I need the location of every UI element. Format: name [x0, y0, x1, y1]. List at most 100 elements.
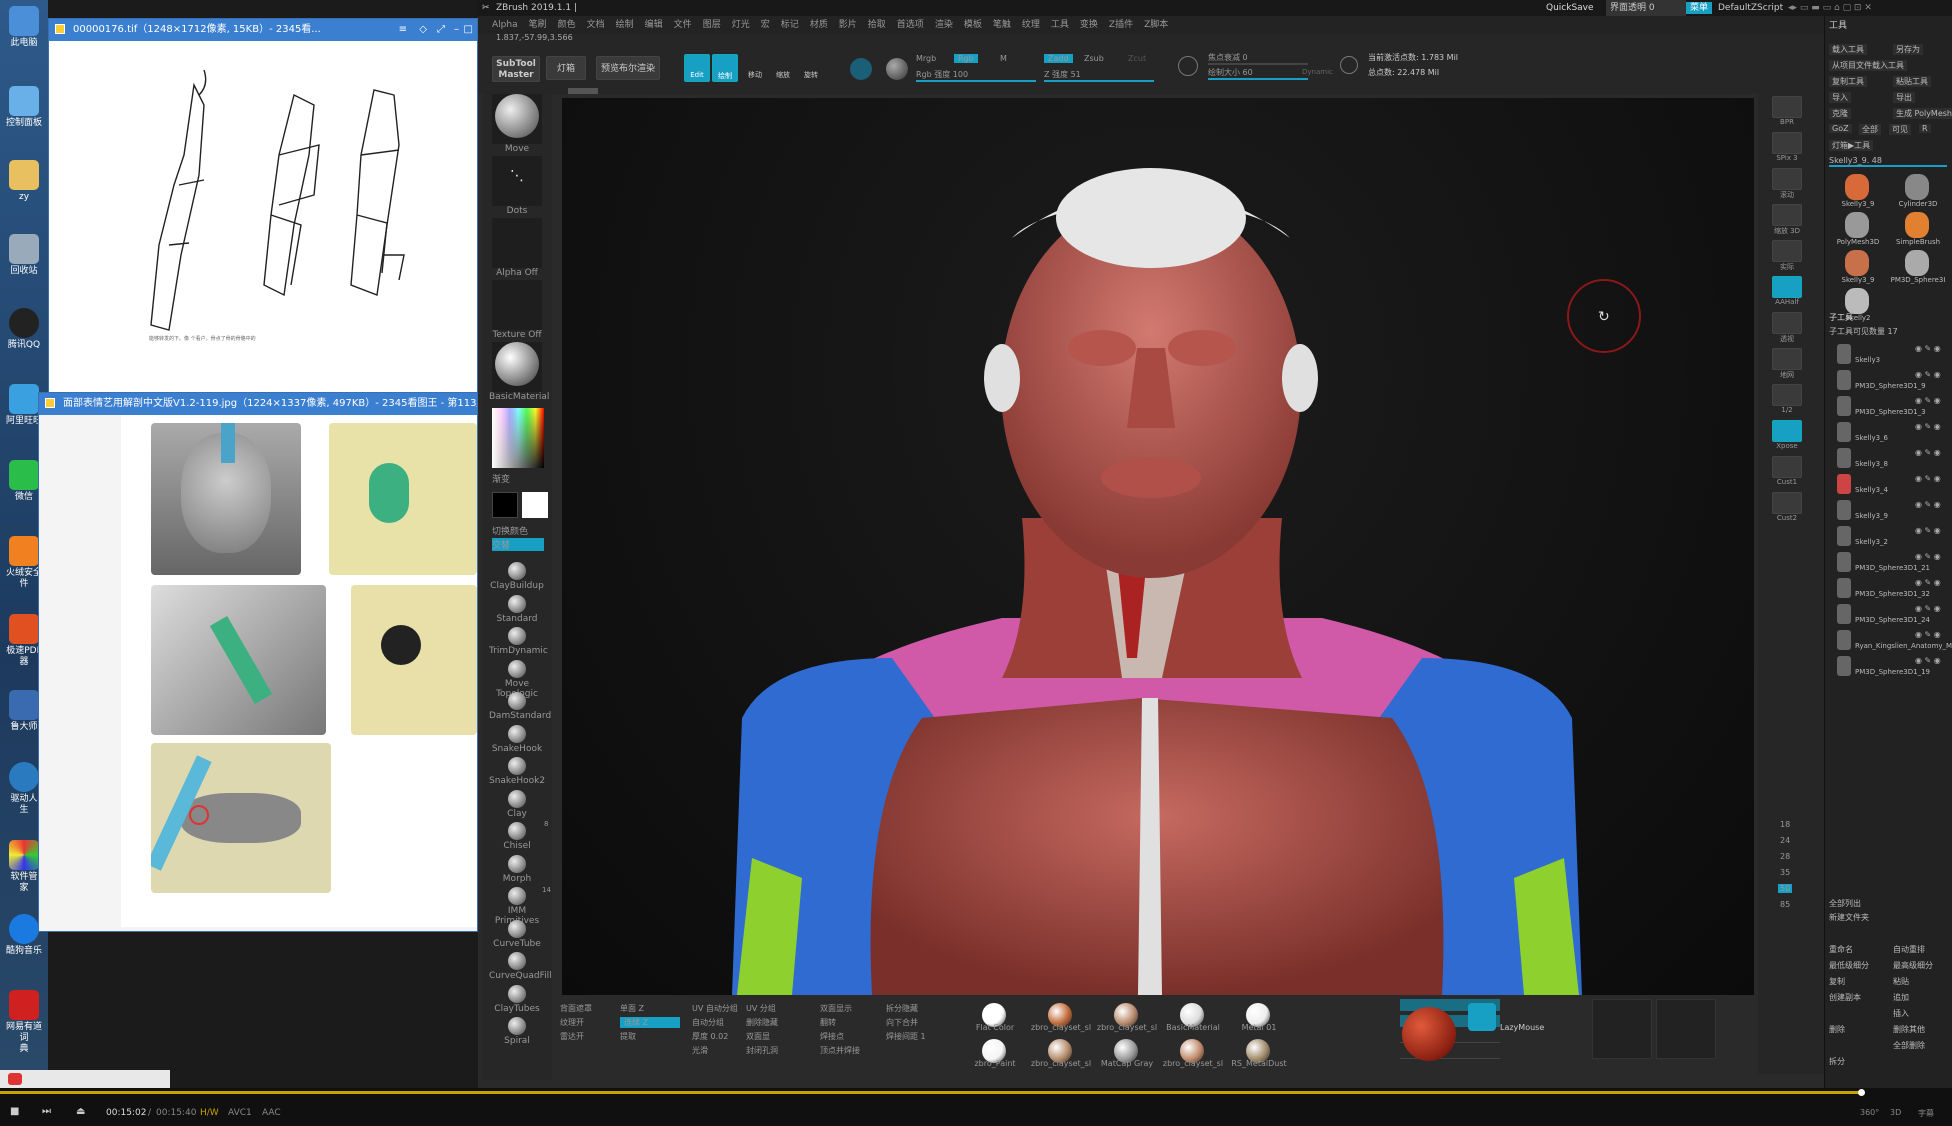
next-icon[interactable]: ⏭	[42, 1106, 51, 1117]
shelf-number[interactable]: 28	[1778, 852, 1792, 861]
shelf-button[interactable]: 顶点并焊接	[820, 1045, 860, 1056]
player-360[interactable]: 360°	[1860, 1108, 1879, 1117]
main-color-swatch[interactable]	[492, 492, 518, 518]
stroke-dots-button[interactable]: ⋱ Dots	[489, 156, 545, 216]
zbrush-canvas[interactable]: ↻	[562, 98, 1754, 995]
shelf-button[interactable]: 封闭孔洞	[746, 1045, 778, 1056]
subtool-name[interactable]: Skelly3_4	[1855, 486, 1888, 494]
eye-icon[interactable]: ◉ ✎ ◉	[1915, 448, 1941, 457]
material-button[interactable]: BasicMaterial	[489, 342, 549, 402]
eye-icon[interactable]: ◉ ✎ ◉	[1915, 370, 1941, 379]
tool-button[interactable]: 粘贴工具	[1893, 76, 1931, 87]
draw-size-slider[interactable]: 绘制大小 60	[1208, 67, 1308, 80]
subtool-name[interactable]: Ryan_Kingslien_Anatomy_M	[1855, 642, 1952, 650]
desktop-icon-zy[interactable]: zy	[2, 160, 46, 203]
subtool-thumbnail-icon[interactable]	[1837, 630, 1851, 650]
shelf-icon[interactable]	[1772, 420, 1802, 442]
subtool-thumbnail-icon[interactable]	[1837, 344, 1851, 364]
subtool-name[interactable]: Skelly3_2	[1855, 538, 1888, 546]
tool-action-button[interactable]: 删除	[1829, 1024, 1845, 1035]
eye-icon[interactable]: ◉ ✎ ◉	[1915, 656, 1941, 665]
desktop-icon-qq[interactable]: 腾讯QQ	[2, 308, 46, 351]
zcut-button[interactable]: Zcut	[1128, 54, 1146, 63]
window-titlebar[interactable]: 面部表情艺用解剖中文版V1.2-119.jpg（1224×1337像素, 497…	[39, 393, 477, 415]
menu-item-14[interactable]: 首选项	[897, 20, 924, 30]
shelf-button[interactable]: 单面 Z	[620, 1003, 644, 1014]
color-picker[interactable]	[492, 408, 544, 468]
menu-item-4[interactable]: 绘制	[616, 20, 634, 30]
tool-thumbnail-icon[interactable]	[1905, 174, 1929, 200]
tool-action-button[interactable]: 复制	[1829, 976, 1845, 987]
window-titlebar[interactable]: 00000176.tif（1248×1712像素, 15KB）- 2345看..…	[49, 19, 477, 41]
transparency-slider[interactable]: 界面透明 0	[1606, 0, 1686, 16]
tool-button[interactable]: 克隆	[1829, 108, 1851, 119]
tool-thumbnail-icon[interactable]	[1905, 212, 1929, 238]
brush-item[interactable]: CurveQuadFill	[489, 952, 552, 981]
rotate-mode-button[interactable]: 旋转	[798, 54, 824, 82]
shelf-icon[interactable]	[1772, 240, 1802, 262]
eye-icon[interactable]: ◉ ✎ ◉	[1915, 552, 1941, 561]
shelf-button[interactable]: 光滑	[692, 1045, 708, 1056]
menu-item-16[interactable]: 模板	[964, 20, 982, 30]
fullscreen-icon[interactable]: ⤢	[437, 19, 445, 41]
brush-item[interactable]: SnakeHook2	[489, 757, 545, 786]
image-viewer-window-2[interactable]: 面部表情艺用解剖中文版V1.2-119.jpg（1224×1337像素, 497…	[38, 392, 478, 932]
tool-button[interactable]: 全部	[1859, 124, 1881, 135]
desktop-icon-youdao[interactable]: 网易有道词 典	[2, 990, 46, 1055]
zbrush-titlebar[interactable]: ✂ ZBrush 2019.1.1 | QuickSave 界面透明 0 菜单 …	[478, 0, 1952, 16]
tool-button[interactable]: 导入	[1829, 92, 1851, 103]
shelf-icon[interactable]	[1772, 168, 1802, 190]
tool-button[interactable]: 复制工具	[1829, 76, 1867, 87]
minimize-icon[interactable]: –	[454, 19, 459, 41]
brush-item[interactable]: Clay	[489, 789, 545, 819]
shelf-icon[interactable]	[1772, 312, 1802, 334]
brush-item[interactable]: Chisel	[489, 822, 545, 851]
brush-item[interactable]: CurveTube	[489, 919, 545, 949]
menu-item-2[interactable]: 颜色	[558, 20, 576, 30]
brush-item[interactable]: DamStandard	[489, 692, 551, 721]
subtool-thumbnail-icon[interactable]	[1837, 604, 1851, 624]
texture-off-button[interactable]: Texture Off	[489, 280, 545, 340]
menu-item-1[interactable]: 笔刷	[529, 20, 547, 30]
scale-mode-button[interactable]: 缩放	[770, 54, 796, 82]
subtool-header[interactable]: 子工具	[1829, 312, 1853, 323]
tool-action-button[interactable]: 最低级细分	[1829, 960, 1869, 971]
subtool-thumbnail-icon[interactable]	[1837, 656, 1851, 676]
tool-button[interactable]: R	[1919, 124, 1931, 133]
alternate-button[interactable]: 交替	[492, 538, 544, 551]
eject-icon[interactable]: ⏏	[76, 1106, 85, 1117]
edit-mode-button[interactable]: Edit	[684, 54, 710, 82]
subtool-master-button[interactable]: SubTool Master	[492, 56, 540, 82]
shelf-button[interactable]: 双面显	[746, 1031, 770, 1042]
menu-item-13[interactable]: 拾取	[868, 20, 886, 30]
shelf-button[interactable]: UV 自动分组	[692, 1003, 738, 1014]
maximize-icon[interactable]: □	[464, 19, 473, 41]
lightbox-button[interactable]: 灯箱	[546, 56, 586, 80]
subtool-name[interactable]: Skelly3	[1855, 356, 1880, 364]
thumbnail-box[interactable]	[1592, 999, 1652, 1059]
brush-item[interactable]: ClayBuildup	[489, 562, 545, 591]
list-all-button[interactable]: 全部列出	[1829, 898, 1861, 909]
lazymouse-icon[interactable]	[1468, 1003, 1496, 1031]
eye-icon[interactable]: ◉ ✎ ◉	[1915, 396, 1941, 405]
shelf-icon[interactable]	[1772, 492, 1802, 514]
default-script-button[interactable]: DefaultZScript	[1718, 0, 1783, 16]
tool-button[interactable]: 生成 PolyMesh3D	[1893, 108, 1952, 119]
tool-thumbnail-icon[interactable]	[1845, 212, 1869, 238]
shelf-icon[interactable]	[1772, 348, 1802, 370]
subtool-name[interactable]: Skelly3_8	[1855, 460, 1888, 468]
menu-item-22[interactable]: Z脚本	[1144, 20, 1168, 30]
subtool-name[interactable]: Skelly3_9	[1855, 512, 1888, 520]
brush-item[interactable]: SnakeHook	[489, 724, 545, 754]
menu-item-6[interactable]: 文件	[674, 20, 692, 30]
mrgb-button[interactable]: Mrgb	[916, 54, 936, 63]
eye-icon[interactable]: ◉ ✎ ◉	[1915, 344, 1941, 353]
eye-icon[interactable]: ◉ ✎ ◉	[1915, 578, 1941, 587]
subtool-name[interactable]: PM3D_Sphere3D1_21	[1855, 564, 1930, 572]
move-mode-button[interactable]: 移动	[742, 54, 768, 82]
eye-icon[interactable]: ◉ ✎ ◉	[1915, 526, 1941, 535]
subtool-thumbnail-icon[interactable]	[1837, 578, 1851, 598]
shelf-button[interactable]: UV 分组	[746, 1003, 776, 1014]
shelf-number[interactable]: 50	[1778, 884, 1793, 893]
subtool-thumbnail-icon[interactable]	[1837, 552, 1851, 572]
